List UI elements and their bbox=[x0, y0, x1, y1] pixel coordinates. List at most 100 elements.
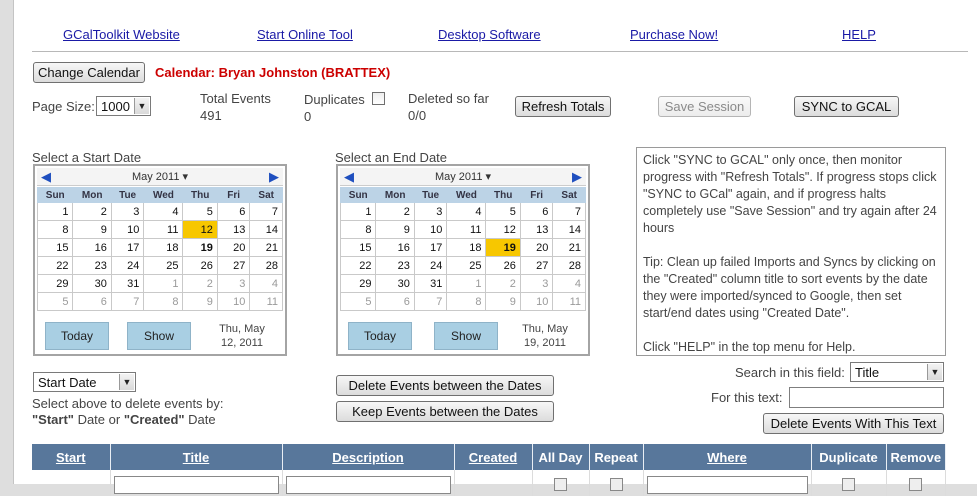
sync-to-gcal-button[interactable]: SYNC to GCAL bbox=[794, 96, 899, 117]
calendar-day[interactable]: 28 bbox=[249, 256, 283, 275]
calendar-day[interactable]: 8 bbox=[36, 220, 74, 239]
calendar-day[interactable]: 17 bbox=[110, 238, 145, 257]
calendar-day-other-month[interactable]: 2 bbox=[182, 274, 218, 293]
month-select[interactable]: May 2011 ▾ bbox=[37, 170, 283, 183]
column-title[interactable]: Title bbox=[110, 444, 283, 470]
page-size-select[interactable]: 1000 ▼ bbox=[96, 96, 151, 116]
delete-with-text-button[interactable]: Delete Events With This Text bbox=[763, 413, 944, 434]
calendar-day[interactable]: 5 bbox=[485, 202, 521, 221]
next-month-icon[interactable]: ▶ bbox=[269, 169, 279, 185]
calendar-day-other-month[interactable]: 6 bbox=[375, 292, 415, 311]
calendar-day[interactable]: 27 bbox=[519, 256, 554, 275]
calendar-day[interactable]: 27 bbox=[216, 256, 251, 275]
show-button[interactable]: Show bbox=[434, 322, 498, 350]
calendar-day-other-month[interactable]: 5 bbox=[36, 292, 74, 311]
calendar-day[interactable]: 20 bbox=[216, 238, 251, 257]
calendar-day[interactable]: 20 bbox=[519, 238, 554, 257]
duplicates-checkbox[interactable] bbox=[372, 92, 385, 105]
calendar-day[interactable]: 9 bbox=[375, 220, 415, 239]
nav-desktop-link[interactable]: Desktop Software bbox=[438, 27, 541, 42]
description-input[interactable] bbox=[285, 476, 451, 494]
calendar-day[interactable]: 3 bbox=[413, 202, 448, 221]
calendar-day-other-month[interactable]: 3 bbox=[519, 274, 554, 293]
calendar-day[interactable]: 15 bbox=[36, 238, 74, 257]
delete-between-dates-button[interactable]: Delete Events between the Dates bbox=[336, 375, 554, 396]
calendar-day[interactable]: 28 bbox=[552, 256, 586, 275]
calendar-day[interactable]: 17 bbox=[413, 238, 448, 257]
calendar-day[interactable]: 16 bbox=[375, 238, 415, 257]
calendar-day[interactable]: 10 bbox=[413, 220, 448, 239]
today-button[interactable]: Today bbox=[348, 322, 412, 350]
calendar-day-other-month[interactable]: 1 bbox=[446, 274, 487, 293]
calendar-day[interactable]: 25 bbox=[143, 256, 184, 275]
nav-online-tool-link[interactable]: Start Online Tool bbox=[257, 27, 353, 42]
date-type-select[interactable]: Start Date ▼ bbox=[33, 372, 136, 392]
calendar-day[interactable]: 3 bbox=[110, 202, 145, 221]
calendar-day[interactable]: 24 bbox=[110, 256, 145, 275]
calendar-day[interactable]: 7 bbox=[249, 202, 283, 221]
calendar-day-other-month[interactable]: 10 bbox=[216, 292, 251, 311]
calendar-day[interactable]: 30 bbox=[375, 274, 415, 293]
calendar-day[interactable]: 4 bbox=[143, 202, 184, 221]
calendar-day-other-month[interactable]: 8 bbox=[143, 292, 184, 311]
calendar-day[interactable]: 18 bbox=[143, 238, 184, 257]
calendar-day[interactable]: 23 bbox=[375, 256, 415, 275]
nav-purchase-link[interactable]: Purchase Now! bbox=[630, 27, 718, 42]
calendar-day[interactable]: 15 bbox=[339, 238, 377, 257]
calendar-day[interactable]: 13 bbox=[216, 220, 251, 239]
month-select[interactable]: May 2011 ▾ bbox=[340, 170, 586, 183]
calendar-day[interactable]: 11 bbox=[143, 220, 184, 239]
calendar-day-selected[interactable]: 19 bbox=[485, 238, 521, 257]
calendar-day-other-month[interactable]: 11 bbox=[249, 292, 283, 311]
calendar-day[interactable]: 1 bbox=[339, 202, 377, 221]
calendar-day[interactable]: 7 bbox=[552, 202, 586, 221]
column-where[interactable]: Where bbox=[643, 444, 812, 470]
refresh-totals-button[interactable]: Refresh Totals bbox=[515, 96, 611, 117]
calendar-day[interactable]: 26 bbox=[485, 256, 521, 275]
calendar-day[interactable]: 14 bbox=[249, 220, 283, 239]
calendar-day[interactable]: 6 bbox=[519, 202, 554, 221]
repeat-checkbox[interactable] bbox=[609, 478, 623, 491]
calendar-day[interactable]: 22 bbox=[339, 256, 377, 275]
calendar-day-other-month[interactable]: 7 bbox=[110, 292, 145, 311]
calendar-day-other-month[interactable]: 10 bbox=[519, 292, 554, 311]
calendar-day[interactable]: 23 bbox=[72, 256, 112, 275]
calendar-day[interactable]: 1 bbox=[36, 202, 74, 221]
keep-between-dates-button[interactable]: Keep Events between the Dates bbox=[336, 401, 554, 422]
calendar-day-selected[interactable]: 12 bbox=[182, 220, 218, 239]
calendar-day-today[interactable]: 19 bbox=[182, 238, 218, 257]
calendar-day[interactable]: 13 bbox=[519, 220, 554, 239]
calendar-day-other-month[interactable]: 8 bbox=[446, 292, 487, 311]
column-start[interactable]: Start bbox=[32, 444, 111, 470]
calendar-day[interactable]: 30 bbox=[72, 274, 112, 293]
calendar-day[interactable]: 29 bbox=[36, 274, 74, 293]
calendar-day-other-month[interactable]: 6 bbox=[72, 292, 112, 311]
calendar-day[interactable]: 21 bbox=[552, 238, 586, 257]
calendar-day-other-month[interactable]: 11 bbox=[552, 292, 586, 311]
today-button[interactable]: Today bbox=[45, 322, 109, 350]
nav-website-link[interactable]: GCalToolkit Website bbox=[63, 27, 180, 42]
calendar-day[interactable]: 29 bbox=[339, 274, 377, 293]
nav-help-link[interactable]: HELP bbox=[842, 27, 876, 42]
calendar-day[interactable]: 12 bbox=[485, 220, 521, 239]
duplicate-checkbox[interactable] bbox=[842, 478, 855, 491]
calendar-day-other-month[interactable]: 2 bbox=[485, 274, 521, 293]
calendar-day-other-month[interactable]: 4 bbox=[249, 274, 283, 293]
save-session-button[interactable]: Save Session bbox=[658, 96, 751, 117]
calendar-day[interactable]: 2 bbox=[72, 202, 112, 221]
calendar-day-other-month[interactable]: 9 bbox=[182, 292, 218, 311]
calendar-day[interactable]: 21 bbox=[249, 238, 283, 257]
show-button[interactable]: Show bbox=[127, 322, 191, 350]
calendar-day-other-month[interactable]: 4 bbox=[552, 274, 586, 293]
calendar-day[interactable]: 6 bbox=[216, 202, 251, 221]
column-description[interactable]: Description bbox=[282, 444, 455, 470]
calendar-day-other-month[interactable]: 3 bbox=[216, 274, 251, 293]
calendar-day[interactable]: 14 bbox=[552, 220, 586, 239]
calendar-day[interactable]: 31 bbox=[413, 274, 448, 293]
title-input[interactable] bbox=[113, 476, 279, 494]
calendar-day[interactable]: 26 bbox=[182, 256, 218, 275]
calendar-day[interactable]: 24 bbox=[413, 256, 448, 275]
calendar-day-other-month[interactable]: 9 bbox=[485, 292, 521, 311]
where-input[interactable] bbox=[646, 476, 808, 494]
calendar-day[interactable]: 25 bbox=[446, 256, 487, 275]
